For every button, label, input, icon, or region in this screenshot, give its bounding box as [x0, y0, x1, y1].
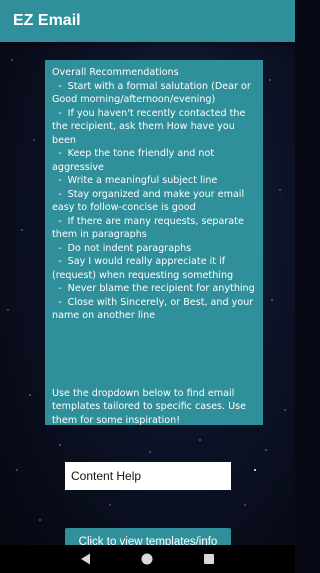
content-help-dropdown[interactable]: Content Help: [65, 462, 231, 490]
recommendations-footer: Use the dropdown below to find email tem…: [52, 387, 247, 426]
recommendation-item: - Stay organized and make your email eas…: [52, 188, 248, 214]
recommendations-title: Overall Recommendations: [52, 67, 179, 78]
back-triangle-icon[interactable]: [76, 549, 96, 569]
home-circle-icon[interactable]: [137, 549, 157, 569]
recommendation-item: - If there are many requests, separate t…: [52, 215, 247, 241]
recommendation-item: - Write a meaningful subject line: [52, 175, 218, 186]
dropdown-selected-value: Content Help: [71, 469, 142, 483]
recommendations-card: Overall Recommendations - Start with a f…: [45, 60, 263, 426]
recommendation-item: - Do not indent paragraphs: [52, 242, 192, 254]
system-nav-bar: [0, 545, 295, 573]
app-bar: EZ Email: [0, 0, 295, 42]
recommendation-item: - If you haven't recently contacted the …: [52, 107, 249, 146]
recommendation-item: - Close with Sincerely, or Best, and you…: [52, 296, 257, 322]
recommendation-item: - Keep the tone friendly and not aggress…: [52, 148, 218, 173]
recommendation-item: - Start with a formal salutation (Dear o…: [52, 80, 254, 106]
recommendation-item: - Never blame the recipient for anything: [52, 283, 255, 294]
app-title: EZ Email: [13, 12, 81, 29]
recommendation-item: - Say I would really appreciate it if (r…: [52, 256, 234, 281]
recents-square-icon[interactable]: [199, 549, 219, 569]
